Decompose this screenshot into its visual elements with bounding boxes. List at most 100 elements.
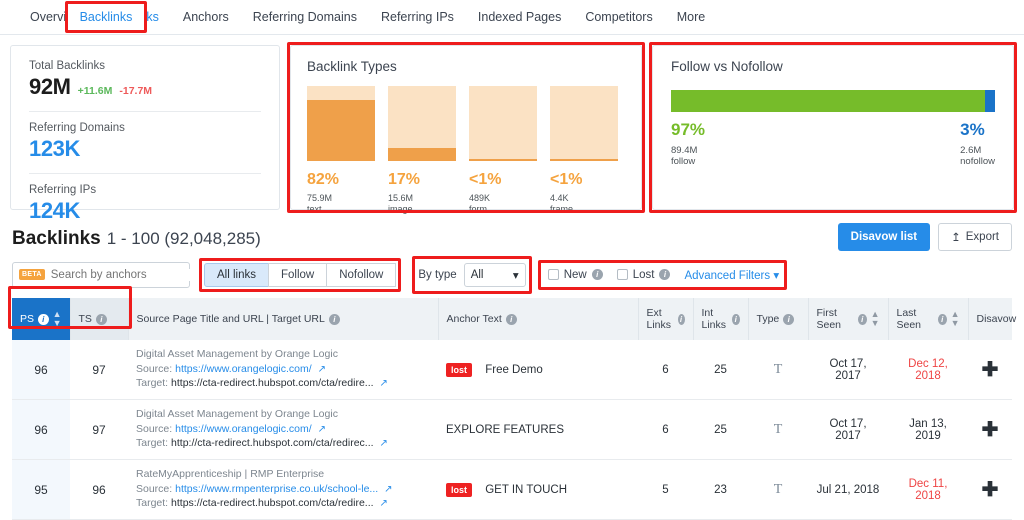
info-icon[interactable]: i <box>38 313 49 325</box>
filter-nofollow[interactable]: Nofollow <box>326 262 397 287</box>
nav-tab-anchors[interactable]: Anchors <box>171 1 241 33</box>
table-row: 95 96 RateMyApprenticeship | RMP Enterpr… <box>12 459 1012 520</box>
target-prefix: Target: <box>136 437 169 449</box>
info-icon[interactable]: i <box>857 313 867 325</box>
checkbox-new-box[interactable] <box>547 269 559 280</box>
checkbox-lost-label: Lost <box>632 268 655 281</box>
cell-first-seen: Jul 21, 2018 <box>808 459 888 520</box>
nav-tab-referring-ips[interactable]: Referring IPs <box>369 1 466 33</box>
nav-tab-competitors[interactable]: Competitors <box>573 1 664 33</box>
page-title: Backlinks <box>12 228 101 249</box>
cell-last-seen: Jan 13, 2019 <box>888 399 968 460</box>
bar-percent: <1% <box>550 171 583 188</box>
chevron-down-icon: ▾ <box>773 269 780 282</box>
column-header-last-seen[interactable]: Last Seen i ▲ ▼ <box>888 298 969 340</box>
column-label-first-seen: First Seen <box>816 307 842 331</box>
cell-first-seen: Oct 17, 2017 <box>808 340 888 400</box>
column-header-disavow: Disavow <box>968 298 1016 340</box>
bar-absolute: 4.4K <box>550 193 569 203</box>
external-link-icon[interactable]: ↗ <box>379 498 387 509</box>
search-input[interactable] <box>50 268 205 281</box>
referring-ips-label: Referring IPs <box>29 184 97 196</box>
backlinks-table: PS i ▲ ▼ TS i Source Page Title and URL |… <box>12 298 1016 520</box>
search-box[interactable]: BETA ⚲ <box>12 261 214 288</box>
info-icon[interactable]: i <box>783 313 795 325</box>
total-backlinks-label: Total Backlinks <box>29 60 106 72</box>
external-link-icon[interactable]: ↗ <box>318 424 326 435</box>
source-url-line: Source: https://www.rmpenterprise.co.uk/… <box>136 483 430 495</box>
external-link-icon[interactable]: ↗ <box>318 364 326 375</box>
source-prefix: Source: <box>136 363 173 375</box>
plus-icon[interactable]: ✚ <box>982 479 999 501</box>
referring-domains-value[interactable]: 123K <box>29 136 261 162</box>
info-icon[interactable]: i <box>95 313 107 325</box>
export-button-label: Export <box>965 231 999 243</box>
cell-source: Digital Asset Management by Orange Logic… <box>128 399 438 460</box>
column-header-first-seen[interactable]: First Seen i ▲ ▼ <box>808 298 889 340</box>
source-page-title: Digital Asset Management by Orange Logic <box>136 348 338 360</box>
bar-track <box>307 86 375 161</box>
info-icon[interactable]: i <box>937 313 947 325</box>
source-url-link[interactable]: https://www.rmpenterprise.co.uk/school-l… <box>175 483 378 495</box>
target-url-line: Target: http://cta-redirect.hubspot.com/… <box>136 437 430 449</box>
cell-ext-links: 5 <box>638 459 693 520</box>
cell-type: T <box>748 399 808 460</box>
filter-all-links[interactable]: All links <box>204 262 269 287</box>
nav-tab-more[interactable]: More <box>665 1 717 33</box>
plus-icon[interactable]: ✚ <box>982 419 999 441</box>
target-url-text: https://cta-redirect.hubspot.com/cta/red… <box>171 377 374 389</box>
total-backlinks-delta-up: +11.6M <box>77 85 113 97</box>
source-url-link[interactable]: https://www.orangelogic.com/ <box>175 423 312 435</box>
column-header-ts[interactable]: TS i <box>70 298 129 340</box>
cell-ps: 95 <box>12 459 70 520</box>
backlinks-range-count: 1 - 100 (92,048,285) <box>106 229 261 248</box>
sort-icon[interactable]: ▲ ▼ <box>951 310 960 328</box>
table-row: 96 97 Digital Asset Management by Orange… <box>12 340 1012 400</box>
checkbox-new[interactable]: New i <box>547 269 603 281</box>
text-type-icon: T <box>773 481 783 497</box>
disavow-list-button[interactable]: Disavow list <box>837 223 931 251</box>
table-row: 96 97 Digital Asset Management by Orange… <box>12 399 1012 460</box>
beta-badge: BETA <box>19 269 45 280</box>
source-url-link[interactable]: https://www.orangelogic.com/ <box>175 363 312 375</box>
sort-icon[interactable]: ▲ ▼ <box>871 310 880 328</box>
column-header-ps[interactable]: PS i ▲ ▼ <box>12 298 71 340</box>
info-icon[interactable]: i <box>591 269 603 280</box>
column-label-ts: TS <box>78 313 92 325</box>
info-icon[interactable]: i <box>659 269 671 280</box>
follow-legend: 97% 89.4M follow <box>671 120 705 167</box>
nav-tab-indexed-pages[interactable]: Indexed Pages <box>466 1 573 33</box>
bar-absolute: 489K <box>469 193 491 203</box>
advanced-filters-link[interactable]: Advanced Filters ▾ <box>684 268 779 282</box>
by-type-select[interactable]: All ▾ <box>463 262 526 287</box>
column-label-anchor: Anchor Text <box>446 313 502 325</box>
nav-tab-referring-domains[interactable]: Referring Domains <box>241 1 369 33</box>
divider <box>29 111 261 112</box>
info-icon[interactable]: i <box>677 313 685 325</box>
external-link-icon[interactable]: ↗ <box>379 378 387 389</box>
cell-int-links: 25 <box>693 399 748 460</box>
nofollow-absolute: 2.6M <box>960 145 982 156</box>
info-icon[interactable]: i <box>505 313 517 325</box>
anchor-text: EXPLORE FEATURES <box>446 423 565 436</box>
lost-badge: lost <box>446 362 473 377</box>
follow-nofollow-legend: 97% 89.4M follow 3% 2.6M nofollow <box>671 120 995 167</box>
cell-anchor: lost GET IN TOUCH <box>438 459 638 520</box>
info-icon[interactable]: i <box>328 313 340 325</box>
checkbox-lost[interactable]: Lost i <box>616 268 671 281</box>
cell-ext-links: 6 <box>638 340 693 400</box>
external-link-icon[interactable]: ↗ <box>384 484 392 495</box>
info-icon[interactable]: i <box>732 313 740 325</box>
source-url-line: Source: https://www.orangelogic.com/ ↗ <box>136 423 430 435</box>
total-backlinks-delta-down: -17.7M <box>119 85 153 97</box>
sort-icon[interactable]: ▲ ▼ <box>53 310 62 328</box>
checkbox-lost-box[interactable] <box>616 269 628 280</box>
export-button[interactable]: ↥ Export <box>938 223 1012 251</box>
backlink-types-card: Backlink Types 82% 75.9M text 17% 15.6M … <box>287 42 645 214</box>
cell-ps: 96 <box>12 340 70 400</box>
target-prefix: Target: <box>136 497 169 509</box>
filter-follow[interactable]: Follow <box>267 262 328 287</box>
column-label-ps: PS <box>20 313 35 325</box>
plus-icon[interactable]: ✚ <box>982 359 999 381</box>
external-link-icon[interactable]: ↗ <box>379 438 387 449</box>
